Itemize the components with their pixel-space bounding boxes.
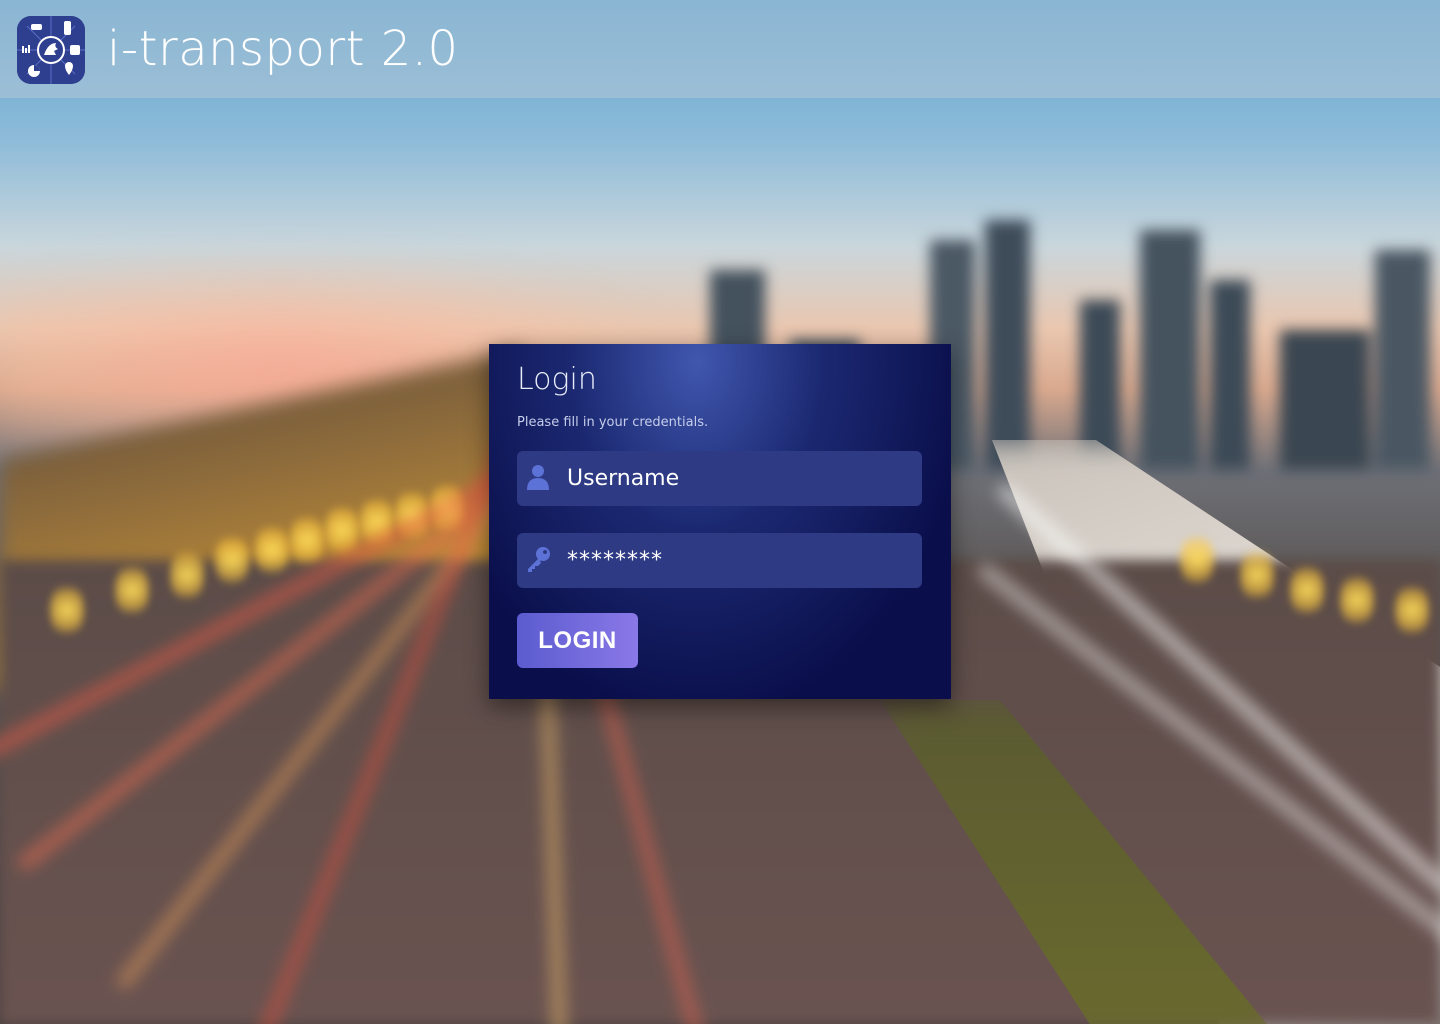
background-light-trail — [975, 561, 1440, 955]
login-page: i-transport 2.0 Login Please fill in you… — [0, 0, 1440, 1024]
app-title: i-transport 2.0 — [107, 21, 459, 77]
login-panel: Login Please fill in your credentials. U… — [489, 344, 951, 699]
login-button[interactable]: LOGIN — [517, 613, 638, 668]
background-lamp — [115, 560, 149, 620]
app-header: i-transport 2.0 — [0, 0, 1440, 98]
password-input[interactable] — [567, 533, 907, 588]
background-lamp — [255, 520, 289, 580]
background-lamp — [1180, 530, 1214, 590]
username-field[interactable] — [517, 451, 922, 506]
background-lamp — [1395, 580, 1429, 640]
key-icon — [526, 545, 552, 573]
background-lamp — [215, 530, 249, 590]
background-lamp — [50, 580, 84, 640]
background-lamp — [1240, 545, 1274, 605]
login-title: Login — [517, 362, 597, 397]
user-icon — [527, 463, 549, 491]
background-lamp — [170, 545, 204, 605]
background-lamp — [1290, 560, 1324, 620]
password-field[interactable] — [517, 533, 922, 588]
login-subtitle: Please fill in your credentials. — [517, 415, 709, 430]
i-transport-logo-icon — [17, 16, 85, 84]
username-input[interactable] — [567, 451, 907, 506]
background-light-trail — [995, 481, 1440, 894]
background-lamp — [290, 510, 324, 570]
logo-graphic — [17, 16, 85, 84]
background-lamp — [1340, 570, 1374, 630]
